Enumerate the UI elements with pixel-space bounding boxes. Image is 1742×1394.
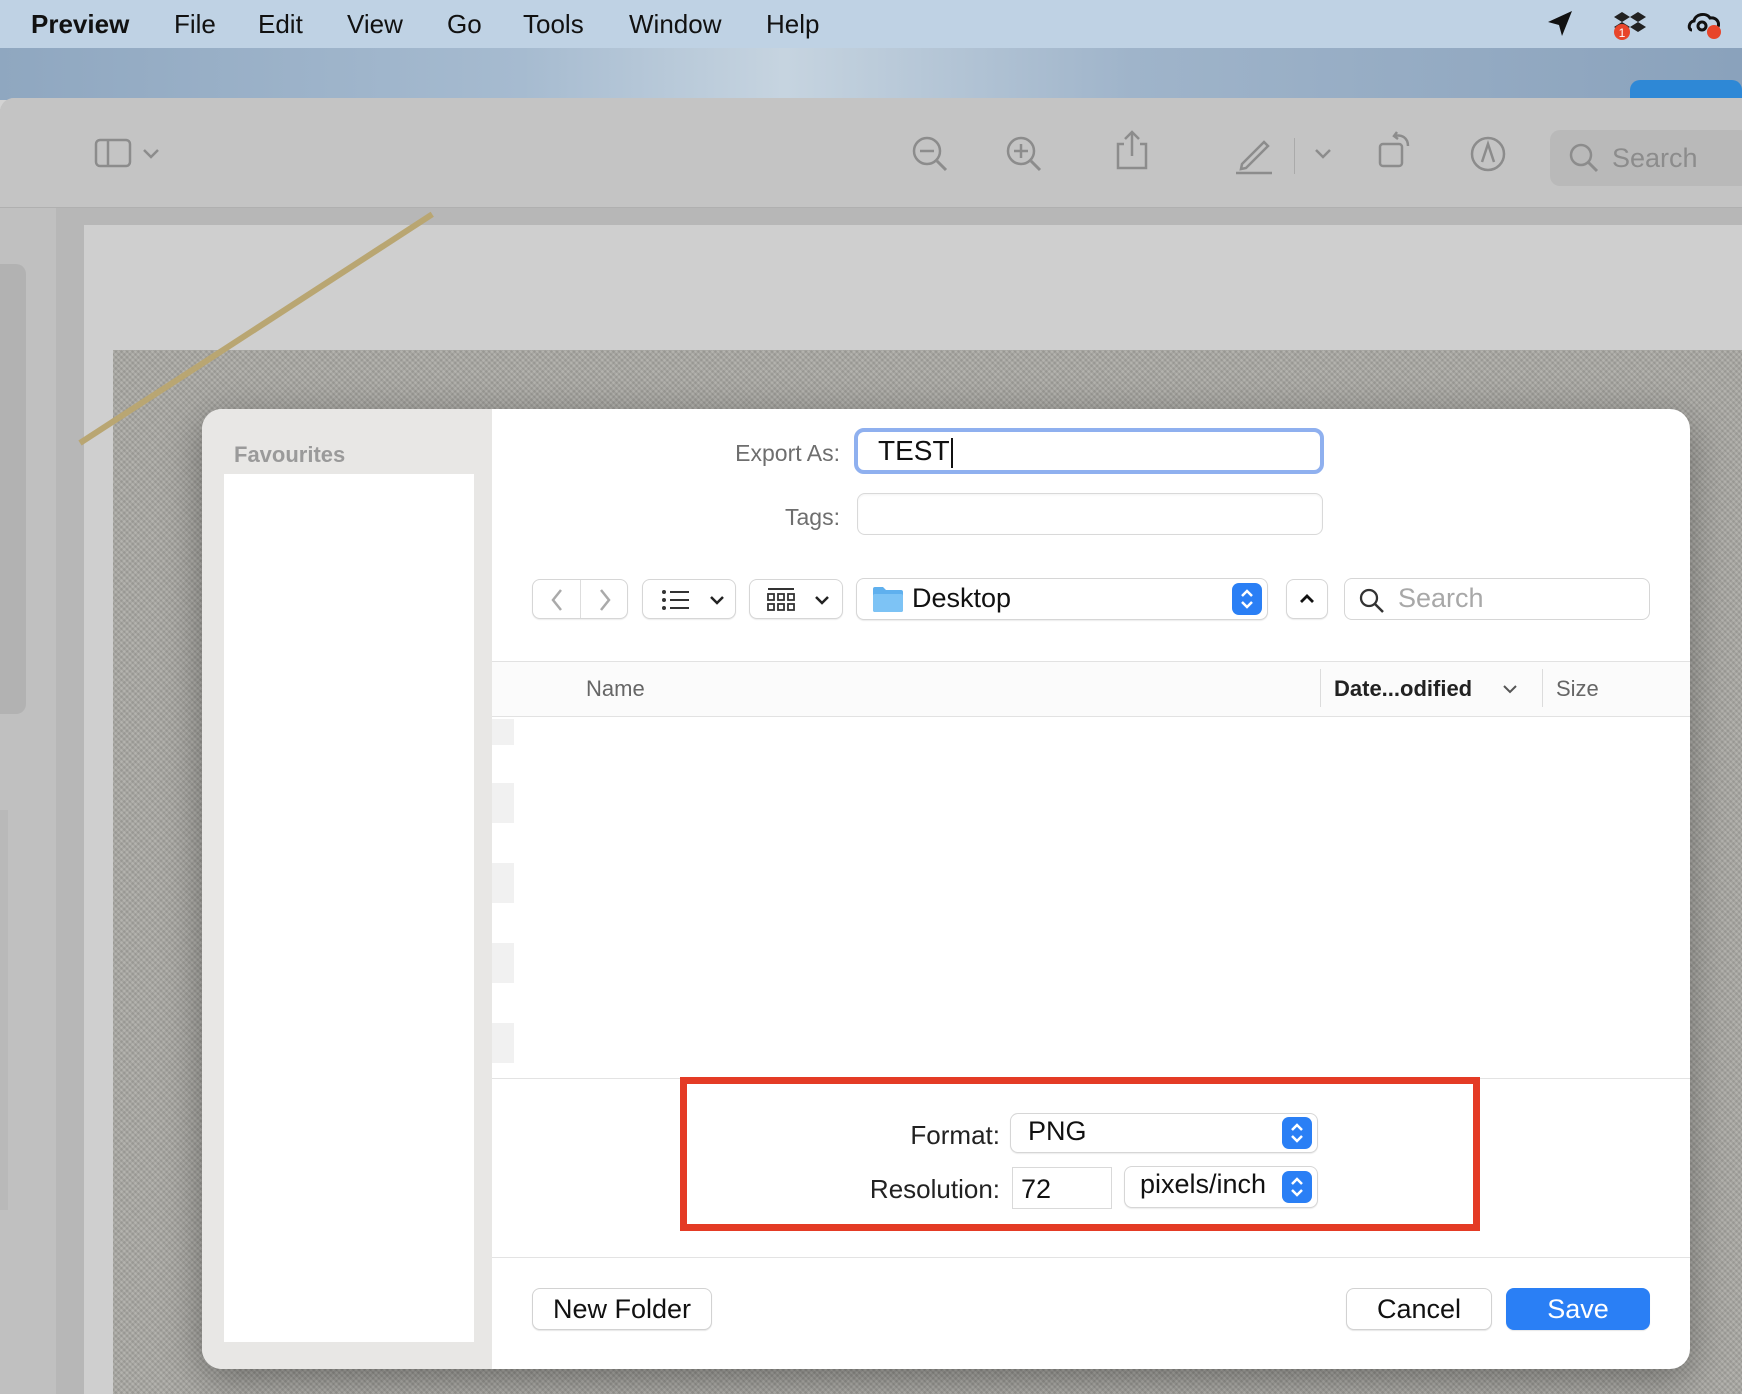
cancel-button[interactable]: Cancel [1346,1288,1492,1330]
column-separator [1320,669,1321,707]
up-down-arrows-icon [1291,1177,1303,1197]
export-dialog: Favourites Export As: TEST Tags: Desktop… [202,409,1690,1369]
menu-file[interactable]: File [174,9,216,40]
dialog-search-placeholder: Search [1398,583,1484,613]
resolution-unit-value: pixels/inch [1140,1169,1267,1199]
chevron-down-icon[interactable] [1310,132,1336,176]
menu-bar: Preview File Edit View Go Tools Window H… [0,0,1742,48]
up-down-arrows-icon [1291,1123,1303,1143]
column-separator [1542,669,1543,707]
grid-view-icon [767,588,795,611]
column-size[interactable]: Size [1556,676,1599,702]
group-view-button[interactable] [749,579,843,619]
desktop-background [0,48,1742,100]
list-item[interactable] [492,719,514,745]
list-item[interactable] [492,943,514,983]
up-down-arrows-icon [1241,589,1253,609]
tags-field[interactable] [857,493,1323,535]
zoom-out-icon[interactable] [908,132,952,176]
tags-label: Tags: [785,504,840,530]
unit-stepper [1282,1171,1312,1203]
menu-app-name[interactable]: Preview [31,9,129,40]
favourites-list[interactable] [224,474,474,1342]
menu-help[interactable]: Help [766,9,819,40]
annotate-icon[interactable] [1466,132,1510,176]
window-toolbar [0,98,1742,208]
chevron-down-icon [815,596,829,605]
export-as-field[interactable]: TEST [854,428,1324,474]
sidebar-panel [0,264,26,714]
list-item[interactable] [492,863,514,903]
format-value: PNG [1028,1116,1087,1146]
menu-edit[interactable]: Edit [258,9,303,40]
new-folder-button[interactable]: New Folder [532,1288,712,1330]
text-caret [950,437,953,468]
column-date-modified[interactable]: Date...odified [1334,676,1472,702]
dropbox-badge: 1 [1619,26,1626,40]
menu-go[interactable]: Go [447,9,482,40]
back-forward-control [532,579,628,619]
resolution-field[interactable]: 72 [1012,1167,1112,1209]
chevron-down-icon[interactable] [138,132,164,176]
dropbox-icon[interactable]: 1 [1612,6,1648,42]
menu-window[interactable]: Window [629,9,721,40]
folder-icon [873,587,903,612]
markup-pen-icon[interactable] [1232,132,1276,176]
list-view-button[interactable] [642,579,736,619]
list-item[interactable] [492,1023,514,1063]
zoom-in-icon[interactable] [1002,132,1046,176]
list-item[interactable] [492,783,514,823]
menu-tools[interactable]: Tools [523,9,584,40]
sidebar-heading-favourites: Favourites [234,442,346,467]
search-icon [1569,143,1599,173]
format-label: Format: [910,1120,1000,1150]
file-list[interactable] [492,718,1690,1078]
save-button[interactable]: Save [1506,1288,1650,1330]
sidebar-panel [0,810,8,1210]
format-stepper [1282,1117,1312,1149]
back-icon[interactable] [545,586,571,614]
rotate-icon[interactable] [1372,128,1416,172]
search-icon [1359,588,1384,613]
segment-divider [580,580,581,618]
menu-view[interactable]: View [347,9,403,40]
chevron-down-icon [710,596,724,605]
resolution-label: Resolution: [869,1174,1000,1204]
dialog-search-field[interactable] [1344,578,1650,620]
sort-chevron-icon[interactable] [1500,680,1520,698]
toolbar-divider [1294,138,1295,174]
location-value: Desktop [912,583,1012,613]
share-icon[interactable] [1110,128,1154,172]
export-as-label: Export As: [735,440,840,466]
collapse-button[interactable] [1286,579,1328,619]
list-view-icon [662,590,689,610]
toolbar-search-placeholder: Search [1612,143,1698,173]
chevron-up-icon [1300,594,1314,603]
creative-cloud-icon[interactable] [1686,6,1722,42]
forward-icon[interactable] [591,586,617,614]
location-stepper [1232,583,1262,615]
export-as-value: TEST [878,435,950,466]
column-name[interactable]: Name [586,676,645,702]
location-arrow-icon[interactable] [1542,6,1578,42]
sidebar-toggle-icon[interactable] [92,132,136,176]
